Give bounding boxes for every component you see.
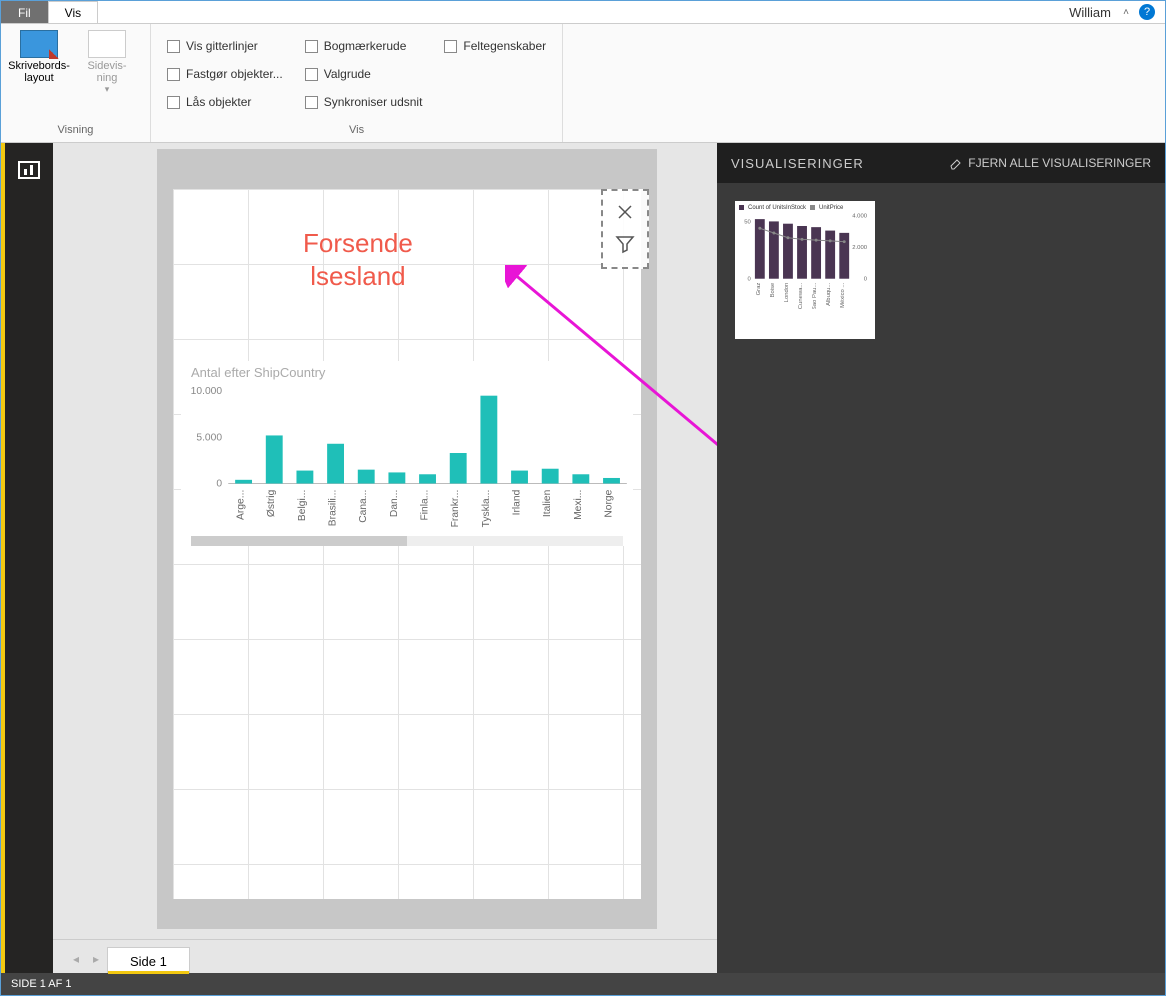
check-sync-slicers[interactable]: Synkroniser udsnit <box>305 88 423 116</box>
bar-chart-visual[interactable]: Antal efter ShipCountry 0 5.000 10.000 Arge… <box>181 361 633 546</box>
svg-text:Irland: Irland <box>512 489 523 515</box>
check-lock[interactable]: Lås objekter <box>167 88 283 116</box>
collapse-ribbon-icon[interactable]: ˄ <box>1123 7 1129 18</box>
chart-title: Antal efter ShipCountry <box>181 361 633 384</box>
svg-text:0: 0 <box>748 277 752 283</box>
vis-panel-title: VISUALISERINGER <box>731 156 864 171</box>
canvas-area: Forsende lsesland Antal efter ShipCountr… <box>53 143 717 973</box>
svg-text:México ...: México ... <box>840 282 846 308</box>
close-icon[interactable] <box>617 204 633 220</box>
check-gridlines[interactable]: Vis gitterlinjer <box>167 32 283 60</box>
tab-vis[interactable]: Vis <box>48 1 98 23</box>
svg-text:Sao Pau...: Sao Pau... <box>812 282 818 309</box>
help-icon[interactable]: ? <box>1139 4 1155 20</box>
page-view-icon <box>88 30 126 58</box>
svg-text:Frankr...: Frankr... <box>450 490 461 528</box>
svg-text:4.000: 4.000 <box>852 214 867 220</box>
filter-icon[interactable] <box>615 234 635 254</box>
thumb-chart-svg: 50 0 4.000 2.000 0 Graz Boise London Cunewa... Sa… <box>739 211 869 309</box>
svg-text:Tyskla...: Tyskla... <box>481 490 492 528</box>
ribbon-group-label: Vis <box>159 122 554 138</box>
svg-text:0: 0 <box>864 277 868 283</box>
svg-text:Albuqu...: Albuqu... <box>826 282 832 306</box>
svg-text:Mexi...: Mexi... <box>573 490 584 520</box>
check-bookmarks[interactable]: Bogmærkerude <box>305 32 423 60</box>
svg-text:Belgi...: Belgi... <box>297 490 308 521</box>
report-view-icon[interactable] <box>18 161 40 179</box>
svg-text:2.000: 2.000 <box>852 245 867 251</box>
svg-text:5.000: 5.000 <box>196 432 222 443</box>
page-tab-side1[interactable]: Side 1 <box>107 947 190 973</box>
chart-hscrollbar[interactable] <box>191 536 623 546</box>
svg-text:10.000: 10.000 <box>191 386 223 397</box>
page-view-button[interactable]: Sidevis- ning ▾ <box>77 28 137 97</box>
svg-text:0: 0 <box>216 479 222 490</box>
svg-text:Østrig: Østrig <box>266 489 277 517</box>
svg-text:Brasili...: Brasili... <box>328 490 339 527</box>
svg-text:Cunewa...: Cunewa... <box>798 282 804 309</box>
desktop-layout-button[interactable]: Skrivebords- layout <box>9 28 69 97</box>
page-tabs-bar: ◂ ▸ Side 1 <box>53 939 717 973</box>
svg-text:Boise: Boise <box>770 282 776 297</box>
check-snap[interactable]: Fastgør objekter... <box>167 60 283 88</box>
visual-thumbnail[interactable]: Count of UnitsInStock UnitPrice 5004.000… <box>735 201 875 339</box>
svg-text:Arge...: Arge... <box>236 490 247 520</box>
clear-all-visuals-button[interactable]: FJERN ALLE VISUALISERINGER <box>948 156 1151 170</box>
ribbon: Skrivebords- layout Sidevis- ning ▾ Visn… <box>1 23 1165 143</box>
titlebar: Fil Vis William ˄ ? <box>1 1 1165 23</box>
svg-text:Norge: Norge <box>604 489 615 517</box>
svg-text:Italien: Italien <box>542 489 553 517</box>
slicer-placeholder[interactable] <box>601 189 649 269</box>
check-selection[interactable]: Valgrude <box>305 60 423 88</box>
tab-nav-next[interactable]: ▸ <box>87 945 105 973</box>
svg-text:50: 50 <box>744 219 751 225</box>
svg-text:Cana...: Cana... <box>358 490 369 523</box>
bar-chart-svg: 0 5.000 10.000 Arge... Østrig Belgi... Brasili… <box>181 384 633 544</box>
desktop-layout-icon <box>20 30 58 58</box>
workspace: Forsende lsesland Antal efter ShipCountr… <box>1 143 1165 973</box>
svg-text:Graz: Graz <box>756 283 762 296</box>
username-label: William <box>1069 5 1111 20</box>
svg-text:Dan...: Dan... <box>389 490 400 517</box>
report-page[interactable]: Forsende lsesland Antal efter ShipCountr… <box>157 149 657 929</box>
page-indicator: SIDE 1 AF 1 <box>11 978 72 990</box>
slicer-title: Forsende lsesland <box>303 227 413 292</box>
tab-fil[interactable]: Fil <box>1 1 48 23</box>
svg-text:London: London <box>784 283 790 303</box>
check-field-props[interactable]: Feltegenskaber <box>444 32 546 60</box>
ribbon-group-label: Visning <box>9 122 142 138</box>
visualizations-panel: VISUALISERINGER FJERN ALLE VISUALISERING… <box>717 143 1165 973</box>
eraser-icon <box>948 156 962 170</box>
svg-text:Finla...: Finla... <box>420 490 431 521</box>
statusbar: SIDE 1 AF 1 <box>1 973 1165 995</box>
tab-nav-prev[interactable]: ◂ <box>67 945 85 973</box>
left-navbar <box>1 143 53 973</box>
